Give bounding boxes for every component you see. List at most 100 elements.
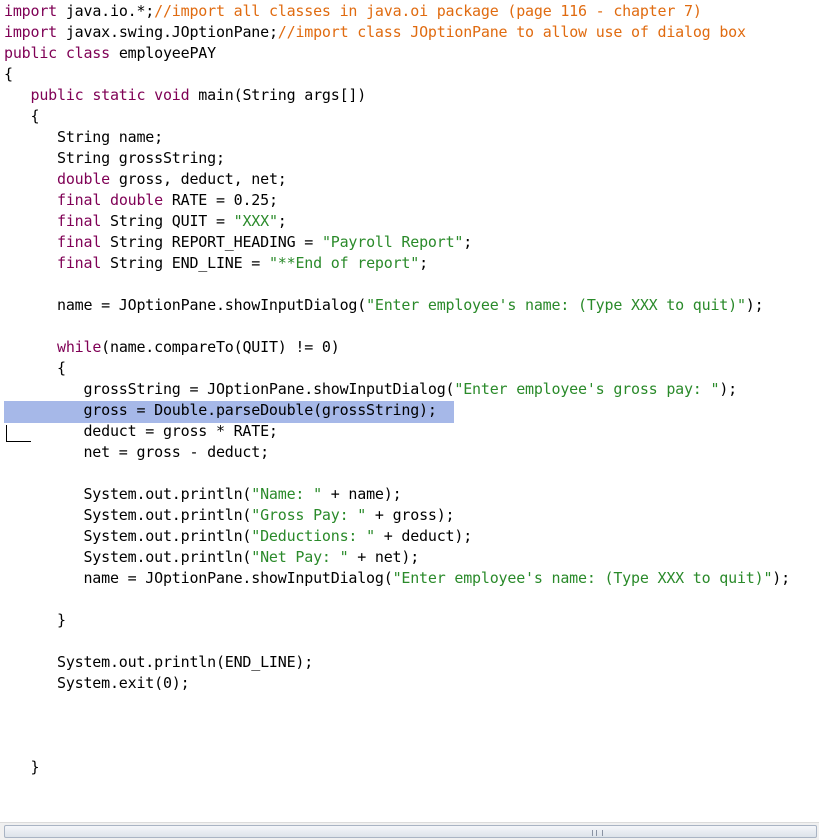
code-token: (name.compareTo(QUIT) != 0): [101, 338, 340, 356]
code-token: + name);: [321, 485, 402, 503]
keyword-token: final: [57, 212, 102, 230]
code-token: name = JOptionPane.showInputDialog(: [4, 569, 393, 587]
code-token: javax.swing.JOptionPane;: [57, 23, 278, 41]
code-token: }: [4, 611, 66, 629]
comment-token: //import all classes in java.oi package …: [154, 2, 702, 20]
keyword-token: final double: [57, 191, 163, 209]
keyword-token: final: [57, 254, 102, 272]
code-line[interactable]: System.out.println("Deductions: " + dedu…: [4, 526, 472, 547]
code-line[interactable]: grossString = JOptionPane.showInputDialo…: [4, 379, 737, 400]
code-token: {: [4, 65, 13, 83]
string-token: "**End of report": [268, 254, 420, 272]
scrollbar-grip-icon: [592, 830, 603, 836]
code-line[interactable]: }: [4, 757, 39, 778]
code-token: grossString = JOptionPane.showInputDialo…: [4, 380, 455, 398]
string-token: "XXX": [233, 212, 278, 230]
code-token: );: [745, 296, 764, 314]
code-token: System.out.println(: [4, 485, 252, 503]
code-token: {: [4, 107, 40, 125]
string-token: "Enter employee's name: (Type XXX to qui…: [366, 296, 746, 314]
code-line[interactable]: System.out.println(END_LINE);: [4, 652, 313, 673]
code-line[interactable]: net = gross - deduct;: [4, 442, 269, 463]
code-token: String name;: [4, 128, 163, 146]
code-token: net = gross - deduct;: [4, 443, 269, 461]
code-line[interactable]: final String REPORT_HEADING = "Payroll R…: [4, 232, 472, 253]
code-line[interactable]: System.exit(0);: [4, 673, 190, 694]
code-line[interactable]: System.out.println("Name: " + name);: [4, 484, 401, 505]
code-line[interactable]: final String QUIT = "XXX";: [4, 211, 287, 232]
code-token: RATE = 0.25;: [162, 191, 278, 209]
code-line[interactable]: System.out.println("Net Pay: " + net);: [4, 547, 419, 568]
code-token: System.out.println(END_LINE);: [4, 653, 314, 671]
keyword-token: import: [4, 2, 57, 20]
code-line[interactable]: name = JOptionPane.showInputDialog("Ente…: [4, 568, 790, 589]
code-line[interactable]: System.out.println("Gross Pay: " + gross…: [4, 505, 454, 526]
code-token: System.out.println(: [4, 548, 252, 566]
code-token: name = JOptionPane.showInputDialog(: [4, 296, 367, 314]
string-token: "Name: ": [251, 485, 322, 503]
comment-token: //import class JOptionPane to allow use …: [277, 23, 746, 41]
string-token: "Deductions: ": [251, 527, 375, 545]
string-token: "Gross Pay: ": [251, 506, 367, 524]
code-line[interactable]: {: [4, 358, 66, 379]
code-token: ;: [419, 254, 428, 272]
code-token: main(String args[]): [189, 86, 367, 104]
code-token: + gross);: [366, 506, 455, 524]
string-token: "Net Pay: ": [251, 548, 349, 566]
code-token: ;: [463, 233, 473, 251]
code-token: gross = Double.parseDouble(grossString);: [4, 401, 437, 419]
string-token: "Enter employee's gross pay: ": [454, 380, 720, 398]
code-token: + net);: [348, 548, 420, 566]
code-token: java.io.*;: [57, 2, 155, 20]
code-line[interactable]: double gross, deduct, net;: [4, 169, 287, 190]
code-token: }: [4, 758, 40, 776]
code-token: System.exit(0);: [4, 674, 190, 692]
code-line[interactable]: String grossString;: [4, 148, 225, 169]
code-line[interactable]: public class employeePAY: [4, 43, 216, 64]
scrollbar-thumb[interactable]: [4, 825, 817, 838]
code-token: System.out.println(: [4, 527, 252, 545]
code-line[interactable]: {: [4, 64, 13, 85]
keyword-token: public static void: [30, 86, 190, 104]
keyword-token: double: [57, 170, 110, 188]
code-line[interactable]: }: [4, 610, 66, 631]
code-token: String REPORT_HEADING =: [101, 233, 322, 251]
code-line[interactable]: import javax.swing.JOptionPane;//import …: [4, 22, 746, 43]
code-token: ;: [277, 212, 287, 230]
code-token: String grossString;: [4, 149, 225, 167]
code-editor[interactable]: import java.io.*;//import all classes in…: [0, 0, 819, 822]
keyword-token: public class: [4, 44, 110, 62]
code-token: );: [719, 380, 737, 398]
string-token: "Enter employee's name: (Type XXX to qui…: [392, 569, 773, 587]
code-token: String END_LINE =: [101, 254, 269, 272]
keyword-token: while: [57, 338, 102, 356]
code-token: {: [4, 359, 66, 377]
code-line[interactable]: final String END_LINE = "**End of report…: [4, 253, 428, 274]
code-line[interactable]: {: [4, 106, 39, 127]
code-token: System.out.println(: [4, 506, 252, 524]
string-token: "Payroll Report": [321, 233, 464, 251]
code-line[interactable]: gross = Double.parseDouble(grossString);: [4, 400, 437, 421]
code-line[interactable]: public static void main(String args[]): [4, 85, 367, 106]
code-line[interactable]: deduct = gross * RATE;: [4, 421, 278, 442]
code-line[interactable]: name = JOptionPane.showInputDialog("Ente…: [4, 295, 764, 316]
code-line[interactable]: while(name.compareTo(QUIT) != 0): [4, 337, 340, 358]
code-token: String QUIT =: [101, 212, 234, 230]
keyword-token: import: [4, 23, 57, 41]
code-token: gross, deduct, net;: [110, 170, 287, 188]
code-line[interactable]: final double RATE = 0.25;: [4, 190, 278, 211]
code-token: employeePAY: [109, 44, 216, 62]
horizontal-scrollbar[interactable]: [0, 822, 819, 840]
code-token: );: [772, 569, 790, 587]
code-token: deduct = gross * RATE;: [4, 422, 278, 440]
code-line[interactable]: String name;: [4, 127, 163, 148]
code-line[interactable]: import java.io.*;//import all classes in…: [4, 1, 702, 22]
keyword-token: final: [57, 233, 102, 251]
